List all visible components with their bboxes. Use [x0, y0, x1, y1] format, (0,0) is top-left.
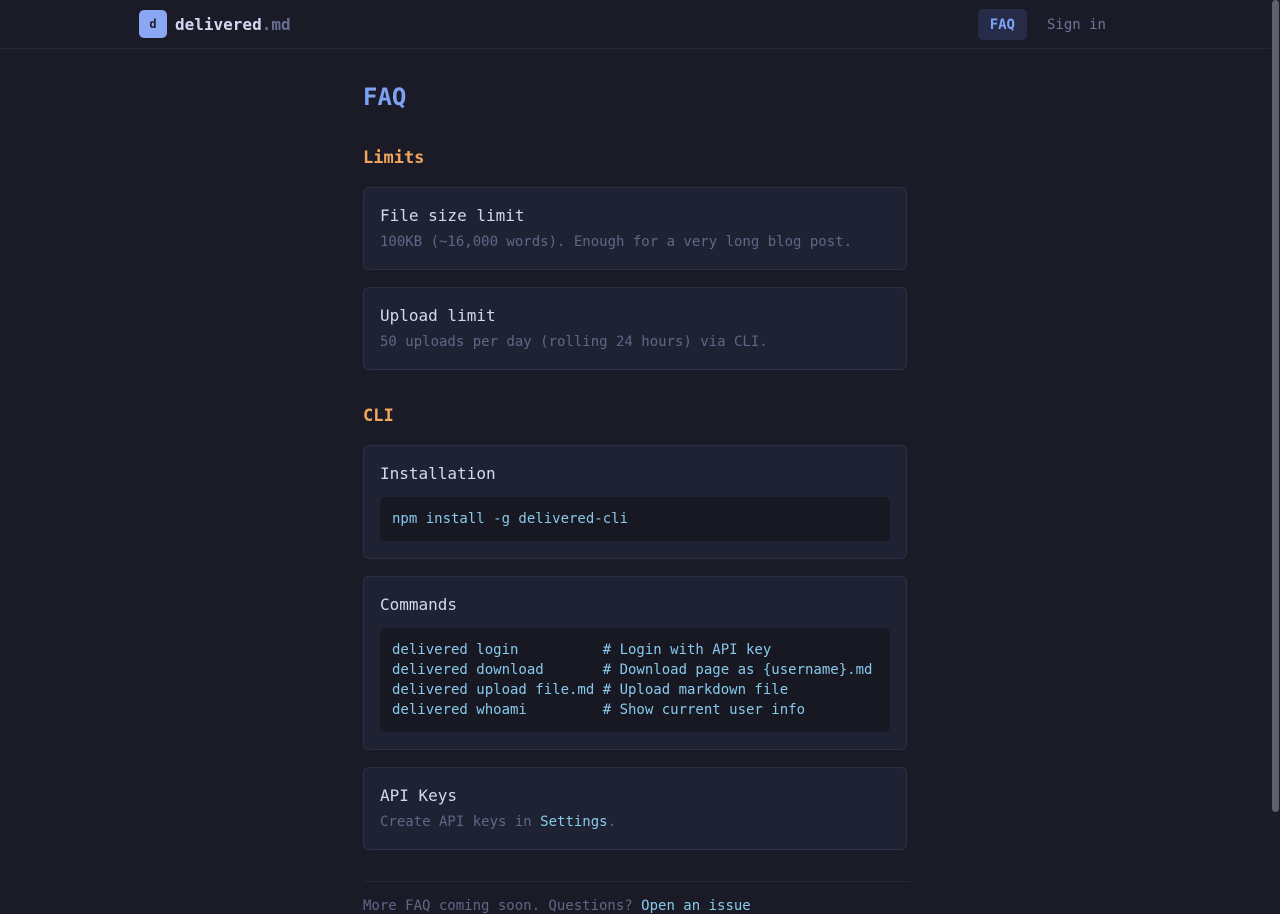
open-issue-link[interactable]: Open an issue	[641, 898, 751, 914]
code-line-download: delivered download # Download page as {u…	[392, 662, 873, 678]
brand-extension: .md	[261, 14, 291, 34]
page-scrollbar[interactable]	[1270, 0, 1280, 900]
card-title: API Keys	[380, 786, 458, 805]
top-nav: FAQ Sign in	[977, 9, 1118, 40]
faq-card-api-keys: API Keys Create API keys in Settings.	[363, 767, 907, 850]
faq-card-commands: Commands delivered login # Login with AP…	[363, 576, 907, 750]
top-header: d delivered .md FAQ Sign in	[0, 0, 1270, 49]
logo-badge-icon: d	[139, 10, 167, 38]
faq-card-installation: Installation npm install -g delivered-cl…	[363, 445, 907, 559]
faq-card-file-size-limit: File size limit 100KB (~16,000 words). E…	[363, 187, 907, 270]
card-description: Create API keys in Settings.	[380, 812, 890, 832]
faq-card-upload-limit: Upload limit 50 uploads per day (rolling…	[363, 287, 907, 370]
code-line-whoami: delivered whoami # Show current user inf…	[392, 702, 806, 718]
install-code-block[interactable]: npm install -g delivered-cli	[380, 497, 890, 541]
section-title-limits: Limits	[363, 148, 425, 168]
card-description: 100KB (~16,000 words). Enough for a very…	[380, 234, 853, 250]
page-title: FAQ	[363, 83, 407, 111]
api-keys-desc-suffix: .	[607, 814, 617, 830]
brand-logo-link[interactable]: d delivered .md	[139, 10, 291, 38]
footer-text: More FAQ coming soon. Questions?	[363, 898, 642, 914]
commands-code-block[interactable]: delivered login # Login with API key deli…	[380, 628, 890, 732]
nav-faq-link[interactable]: FAQ	[977, 9, 1027, 40]
brand-name: delivered	[175, 14, 262, 34]
card-title: File size limit	[380, 206, 525, 225]
code-line-login: delivered login # Login with API key	[392, 642, 772, 658]
page-footer: More FAQ coming soon. Questions? Open an…	[363, 881, 911, 914]
api-keys-desc-prefix: Create API keys in	[380, 814, 541, 830]
card-title: Commands	[380, 595, 458, 614]
code-line-upload: delivered upload file.md # Upload markdo…	[392, 682, 789, 698]
card-title: Upload limit	[380, 306, 496, 325]
section-title-cli: CLI	[363, 406, 394, 426]
card-description: 50 uploads per day (rolling 24 hours) vi…	[380, 334, 768, 350]
scrollbar-thumb[interactable]	[1272, 0, 1279, 812]
settings-link[interactable]: Settings	[540, 814, 607, 830]
card-title: Installation	[380, 464, 496, 483]
nav-sign-in-link[interactable]: Sign in	[1035, 9, 1118, 40]
main-content: FAQ Limits File size limit 100KB (~16,00…	[363, 49, 911, 914]
